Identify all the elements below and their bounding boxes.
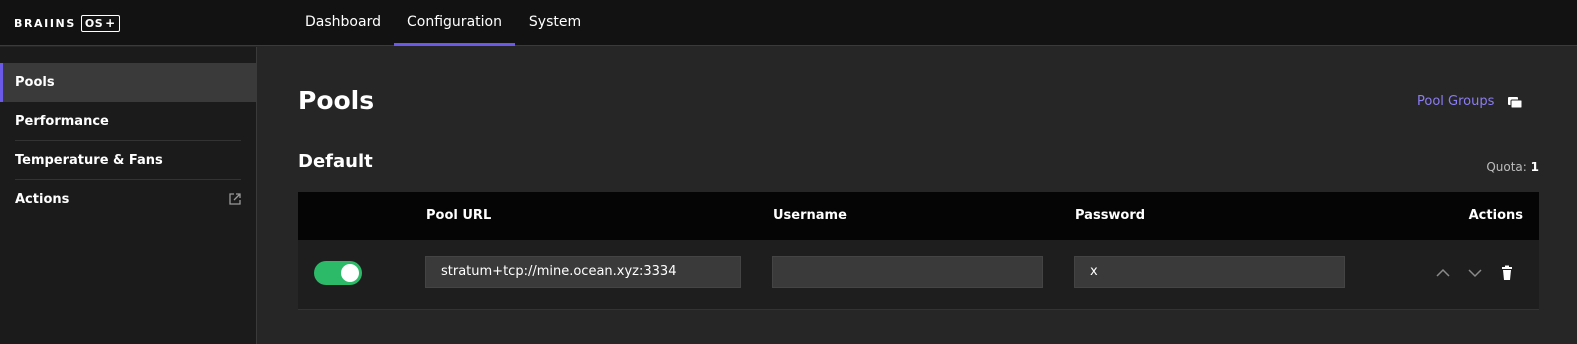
top-bar: BRAIINS OS + Dashboard Configuration Sys… [0,0,1577,46]
quota-label: Quota: [1486,160,1527,174]
tab-dashboard[interactable]: Dashboard [296,0,390,46]
logo-badge-plus: + [105,15,116,30]
chevron-up-icon[interactable] [1434,264,1452,282]
braiins-os-logo[interactable]: BRAIINS OS + [14,13,120,33]
column-header-password: Password [1075,208,1146,223]
table-row: stratum+tcp://mine.ocean.xyz:3334 x [298,240,1539,310]
logo-badge: OS + [80,14,120,32]
toggle-knob [341,264,359,282]
pool-url-input[interactable]: stratum+tcp://mine.ocean.xyz:3334 [425,256,741,288]
pool-group-quota: Quota: 1 [1486,160,1539,174]
logo-badge-text: OS [84,16,104,30]
trash-icon[interactable] [1498,264,1516,282]
logo-word: BRAIINS [14,16,76,30]
sidebar-item-temperature-fans[interactable]: Temperature & Fans [0,141,256,180]
sidebar-item-pools[interactable]: Pools [0,63,256,102]
sidebar-item-actions[interactable]: Actions [0,180,256,219]
folders-icon[interactable] [1507,95,1523,109]
column-header-actions: Actions [1468,208,1523,223]
pool-groups-link[interactable]: Pool Groups [1417,94,1494,109]
quota-value: 1 [1530,160,1539,174]
sidebar-item-label: Performance [15,114,109,129]
column-header-username: Username [773,208,847,223]
column-header-pool-url: Pool URL [426,208,492,223]
tab-configuration[interactable]: Configuration [394,0,515,46]
sidebar: Pools Performance Temperature & Fans Act… [0,47,257,344]
password-input[interactable]: x [1074,256,1345,288]
page-title: Pools [298,86,375,115]
external-link-icon [229,193,241,205]
sidebar-item-label: Actions [15,192,70,207]
pool-table-header: Pool URL Username Password Actions [298,192,1539,240]
username-input[interactable] [772,256,1043,288]
tab-system[interactable]: System [521,0,589,46]
pool-enabled-toggle[interactable] [314,261,362,285]
sidebar-item-label: Temperature & Fans [15,153,163,168]
chevron-down-icon[interactable] [1466,264,1484,282]
sidebar-item-label: Pools [15,75,55,90]
sidebar-item-performance[interactable]: Performance [0,102,256,141]
pool-group-name: Default [298,151,373,172]
